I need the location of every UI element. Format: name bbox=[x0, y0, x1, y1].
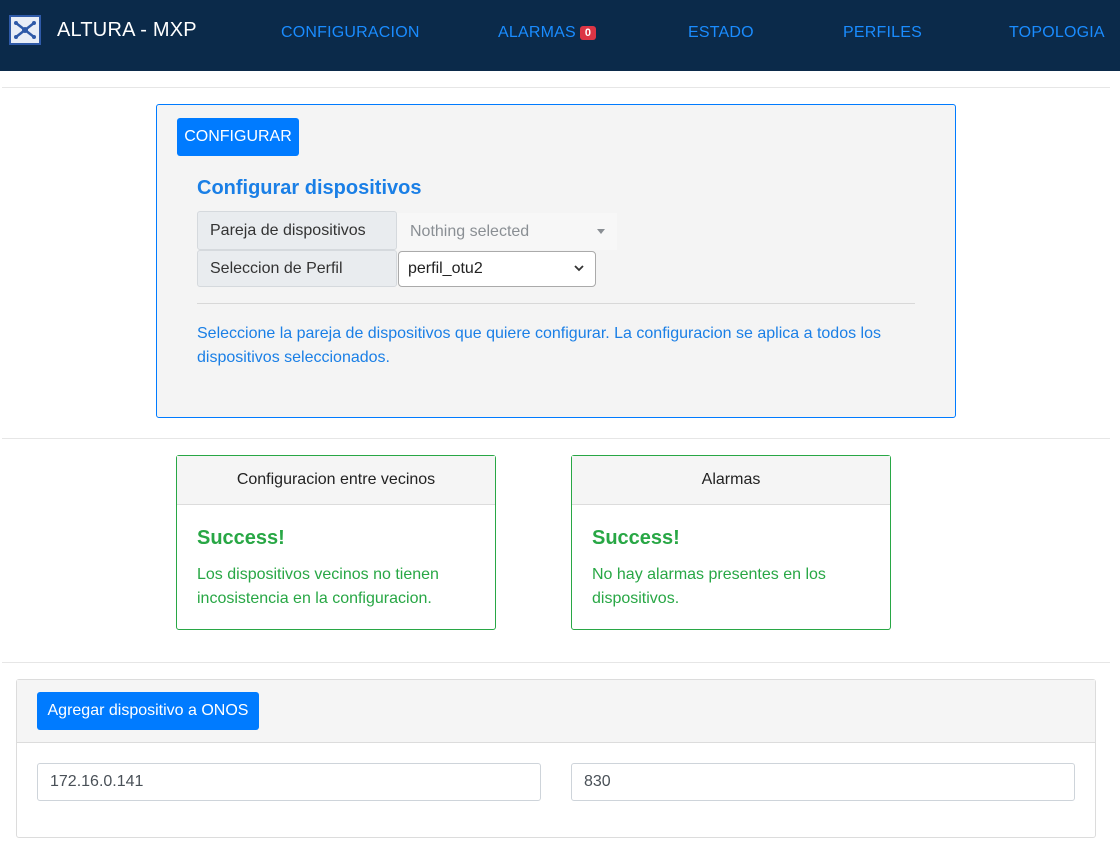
configure-devices-card: CONFIGURAR Configurar dispositivos Parej… bbox=[156, 104, 956, 418]
neighbors-config-card: Configuracion entre vecinos Success! Los… bbox=[176, 455, 496, 630]
neighbors-status-text: Los dispositivos vecinos no tienen incos… bbox=[197, 566, 439, 607]
nav-perfiles[interactable]: PERFILES bbox=[843, 24, 922, 42]
network-logo-icon bbox=[9, 15, 41, 45]
add-device-onos-button[interactable]: Agregar dispositivo a ONOS bbox=[37, 692, 259, 730]
device-ip-input[interactable] bbox=[37, 763, 541, 801]
nav-alarmas-label: ALARMAS bbox=[498, 24, 576, 41]
help-text: Seleccione la pareja de dispositivos que… bbox=[197, 325, 881, 366]
divider bbox=[2, 438, 1110, 439]
alarms-status-title: Success! bbox=[592, 527, 680, 549]
device-pair-label: Pareja de dispositivos bbox=[197, 211, 397, 250]
divider bbox=[197, 303, 915, 304]
nav-alarmas[interactable]: ALARMAS 0 bbox=[498, 24, 597, 42]
device-pair-select[interactable]: Nothing selected bbox=[397, 213, 617, 250]
profile-select-label: Seleccion de Perfil bbox=[197, 250, 397, 287]
add-device-onos-card: Agregar dispositivo a ONOS bbox=[16, 679, 1096, 838]
brand[interactable]: ALTURA - MXP bbox=[9, 15, 197, 45]
alarms-card: Alarmas Success! No hay alarmas presente… bbox=[571, 455, 891, 630]
alarms-status-text: No hay alarmas presentes en los disposit… bbox=[592, 566, 826, 607]
divider bbox=[2, 662, 1110, 663]
nav-estado[interactable]: ESTADO bbox=[688, 24, 754, 42]
nav-topologia[interactable]: TOPOLOGIA bbox=[1009, 24, 1105, 42]
top-navbar: ALTURA - MXP CONFIGURACION ALARMAS 0 ESTA… bbox=[0, 0, 1120, 71]
nav-configuracion[interactable]: CONFIGURACION bbox=[281, 24, 420, 42]
device-port-input[interactable] bbox=[571, 763, 1075, 801]
neighbors-card-header: Configuracion entre vecinos bbox=[177, 456, 495, 505]
caret-down-icon bbox=[597, 229, 605, 234]
alarms-card-header: Alarmas bbox=[572, 456, 890, 505]
device-pair-value: Nothing selected bbox=[410, 222, 530, 240]
profile-select[interactable]: perfil_otu2 bbox=[398, 251, 596, 287]
neighbors-status-title: Success! bbox=[197, 527, 285, 549]
brand-title: ALTURA - MXP bbox=[57, 18, 197, 41]
alarm-count-badge: 0 bbox=[579, 26, 597, 40]
divider bbox=[2, 87, 1110, 88]
profile-select-value: perfil_otu2 bbox=[408, 260, 483, 277]
configurar-button[interactable]: CONFIGURAR bbox=[177, 118, 299, 156]
section-title: Configurar dispositivos bbox=[197, 177, 422, 199]
chevron-down-icon bbox=[574, 265, 584, 272]
